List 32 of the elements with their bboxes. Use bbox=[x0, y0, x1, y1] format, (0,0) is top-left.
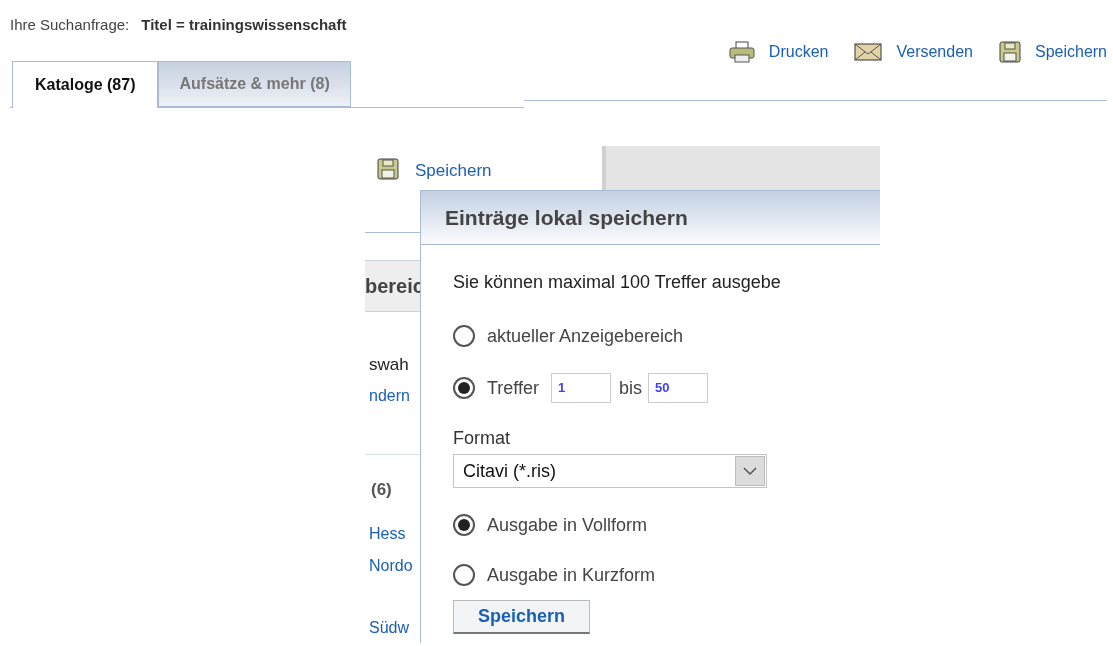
format-label: Format bbox=[453, 427, 511, 450]
option-label: bis bbox=[619, 376, 643, 400]
save-button[interactable]: Speichern bbox=[453, 600, 590, 634]
printer-icon bbox=[728, 41, 755, 63]
dialog-title: Einträge lokal speichern bbox=[445, 204, 688, 231]
print-link[interactable]: Drucken bbox=[768, 40, 829, 64]
body-text: swah bbox=[368, 354, 410, 376]
from-field[interactable]: 1 bbox=[551, 373, 611, 403]
result-link[interactable]: ndern bbox=[365, 383, 420, 408]
option-label: Ausgabe in Vollform bbox=[487, 513, 648, 537]
radio-button[interactable] bbox=[453, 564, 475, 586]
save-link[interactable]: Speichern bbox=[1034, 40, 1107, 64]
dialog-text: Sie können maximal 100 Treffer ausgebe bbox=[453, 271, 782, 294]
mail-link[interactable]: Versenden bbox=[896, 40, 973, 64]
result-link[interactable]: Nordo bbox=[365, 554, 420, 578]
option-label: Ausgabe in Kurzform bbox=[487, 563, 656, 587]
result-link[interactable]: Südw bbox=[365, 616, 420, 640]
radio-button[interactable] bbox=[453, 514, 475, 536]
tab[interactable]: Kataloge (87) bbox=[12, 61, 159, 108]
query-value: Titel = trainingswissenschaft bbox=[141, 14, 347, 35]
option-label: Treffer bbox=[487, 376, 539, 400]
to-field[interactable]: 50 bbox=[648, 373, 709, 403]
tab[interactable]: Aufsätze & mehr (8) bbox=[158, 61, 351, 107]
query-label: Ihre Suchanfrage: bbox=[10, 14, 130, 35]
result-link[interactable]: Hess bbox=[365, 522, 420, 546]
option-label: aktueller Anzeigebereich bbox=[487, 324, 684, 348]
envelope-icon bbox=[854, 42, 883, 62]
radio-button[interactable] bbox=[453, 377, 475, 399]
format-select[interactable]: Citavi (*.ris) bbox=[453, 454, 767, 488]
section-heading: bereic bbox=[365, 260, 420, 312]
save-link[interactable]: Speichern bbox=[415, 158, 492, 184]
radio-button[interactable] bbox=[453, 325, 475, 347]
